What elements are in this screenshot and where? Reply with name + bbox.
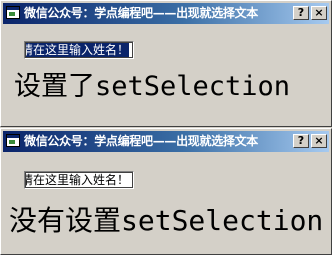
close-button[interactable]: × <box>311 134 327 148</box>
app-icon[interactable] <box>6 134 20 147</box>
app-icon[interactable] <box>6 6 20 19</box>
window-title: 微信公众号：学点编程吧——出现就选择文本 <box>24 6 259 20</box>
dialog-window-with-selection: 微信公众号：学点编程吧——出现就选择文本 ? × 请在这里输入姓名！ 设置了se… <box>0 0 332 127</box>
name-input[interactable]: 请在这里输入姓名！ <box>24 41 134 59</box>
window-title: 微信公众号：学点编程吧——出现就选择文本 <box>24 134 259 148</box>
name-input-text: 请在这里输入姓名！ <box>24 173 130 187</box>
title-bar[interactable]: 微信公众号：学点编程吧——出现就选择文本 ? × <box>3 3 329 24</box>
name-input-selected-text: 请在这里输入姓名！ <box>25 42 130 58</box>
close-button[interactable]: × <box>311 6 327 20</box>
caption-label: 没有设置setSelection <box>9 204 324 237</box>
help-button[interactable]: ? <box>293 134 309 148</box>
name-input[interactable]: 请在这里输入姓名！ <box>24 171 134 189</box>
caption-label: 设置了setSelection <box>14 71 291 102</box>
dialog-window-without-selection: 微信公众号：学点编程吧——出现就选择文本 ? × 请在这里输入姓名！ 没有设置s… <box>0 128 332 255</box>
title-bar[interactable]: 微信公众号：学点编程吧——出现就选择文本 ? × <box>3 131 329 152</box>
help-button[interactable]: ? <box>293 6 309 20</box>
